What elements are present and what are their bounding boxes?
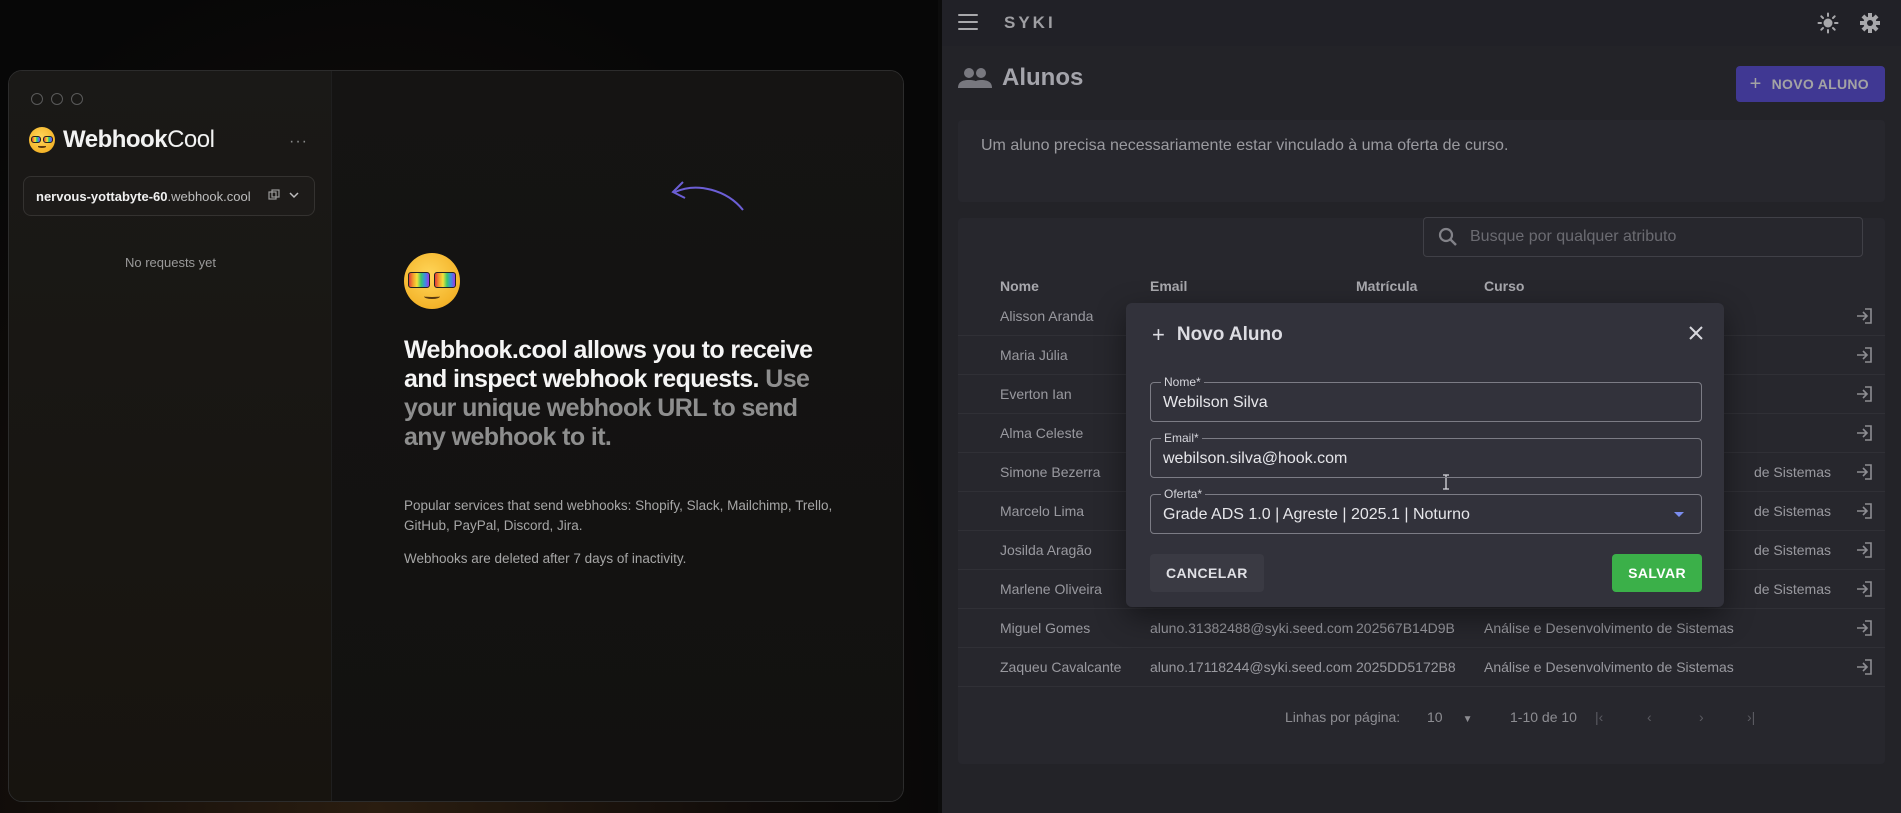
screen: WebhookCool ··· nervous-yottabyte-60.web…	[0, 0, 1901, 813]
offer-label: Oferta*	[1161, 487, 1206, 501]
nerd-glasses-hero-icon	[404, 253, 460, 309]
save-button[interactable]: SALVAR	[1612, 554, 1702, 592]
offer-select[interactable]: Oferta* Grade ADS 1.0 | Agreste | 2025.1…	[1150, 487, 1702, 534]
plus-icon: +	[1152, 322, 1165, 347]
webhook-sidebar: WebhookCool ··· nervous-yottabyte-60.web…	[9, 71, 332, 801]
name-label: Nome*	[1161, 375, 1204, 389]
email-value[interactable]: webilson.silva@hook.com	[1163, 450, 1347, 468]
copy-icon[interactable]	[268, 189, 280, 201]
webhook-url-domain: .webhook.cool	[167, 188, 251, 204]
nerd-glasses-emoji-icon	[29, 127, 55, 153]
brand-name-bold: Webhook	[63, 126, 168, 153]
brand-logo[interactable]: WebhookCool	[29, 126, 215, 154]
deletion-note: Webhooks are deleted after 7 days of ina…	[404, 551, 687, 566]
syki-pane: SYKI Alunos + NOVO ALUNO Um aluno precis…	[942, 0, 1901, 813]
popular-services-text: Popular services that send webhooks: Sho…	[404, 498, 833, 533]
dialog-title-text: Novo Aluno	[1176, 324, 1283, 345]
email-label: Email*	[1161, 431, 1202, 445]
name-field[interactable]: Nome* Webilson Silva	[1150, 375, 1702, 490]
webhook-url-subdomain: nervous-yottabyte-60	[36, 188, 168, 204]
empty-requests-text: No requests yet	[124, 255, 217, 270]
new-student-dialog: + Novo Aluno Nome* Webilson Silva Email*…	[1126, 303, 1724, 607]
window-close-dot[interactable]	[31, 93, 43, 105]
brand-name-light: Cool	[167, 126, 215, 153]
cancel-button[interactable]: CANCELAR	[1150, 554, 1264, 592]
window-controls	[31, 93, 83, 105]
dropdown-arrow-icon[interactable]	[1673, 511, 1685, 519]
email-field[interactable]: Email* webilson.silva@hook.com	[1150, 431, 1702, 478]
webhook-window: WebhookCool ··· nervous-yottabyte-60.web…	[8, 70, 904, 802]
dialog-title: + Novo Aluno	[1152, 324, 1283, 346]
offer-value[interactable]: Grade ADS 1.0 | Agreste | 2025.1 | Notur…	[1163, 506, 1470, 524]
brand-name: WebhookCool	[63, 126, 215, 154]
webhook-url[interactable]: nervous-yottabyte-60.webhook.cool	[36, 189, 251, 204]
window-maximize-dot[interactable]	[71, 93, 83, 105]
headline: Webhook.cool allows you to receive and i…	[404, 336, 834, 452]
webhook-url-selector[interactable]: nervous-yottabyte-60.webhook.cool	[23, 176, 315, 216]
url-actions	[268, 189, 300, 201]
arrow-pointer-icon	[671, 181, 744, 211]
chevron-down-icon[interactable]	[288, 189, 300, 201]
webhook-cool-pane: WebhookCool ··· nervous-yottabyte-60.web…	[0, 0, 940, 813]
window-minimize-dot[interactable]	[51, 93, 63, 105]
webhook-main: Webhook.cool allows you to receive and i…	[332, 71, 903, 801]
headline-bold: Webhook.cool allows you to receive and i…	[404, 336, 813, 393]
more-options-icon[interactable]: ···	[289, 133, 308, 151]
name-value[interactable]: Webilson Silva	[1163, 394, 1268, 412]
close-icon[interactable]	[1688, 325, 1704, 341]
